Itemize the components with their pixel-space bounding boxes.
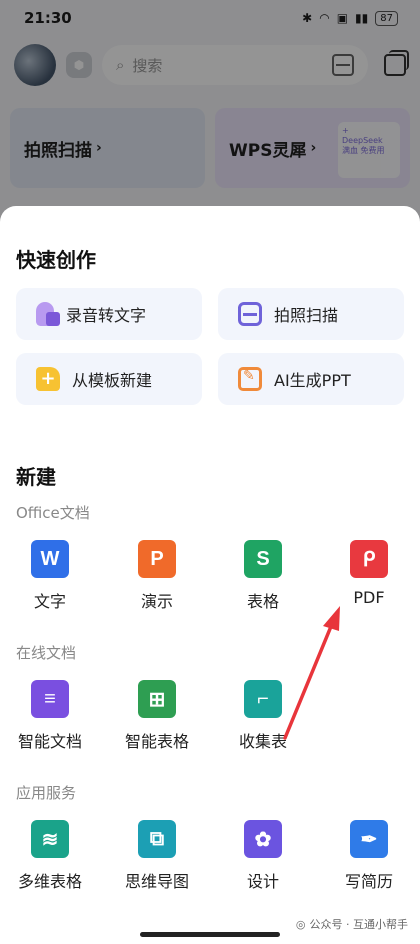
new-form-button[interactable]: ⌐ 收集表 bbox=[223, 680, 303, 752]
resume-icon: ✒ bbox=[350, 820, 388, 858]
pdf-icon: ᑭ bbox=[350, 540, 388, 578]
quick-ai-ppt-button[interactable]: AI生成PPT bbox=[218, 353, 404, 405]
voice-to-text-icon bbox=[36, 302, 60, 326]
app-label: 思维导图 bbox=[124, 872, 189, 891]
create-sheet: 快速创作 录音转文字 拍照扫描 从模板新建 AI生成PPT 新建 Office文… bbox=[0, 206, 420, 944]
new-design-button[interactable]: ✿ 设计 bbox=[223, 820, 303, 892]
new-word-button[interactable]: W 文字 bbox=[10, 540, 90, 612]
nfc-icon: ▣ bbox=[336, 11, 349, 25]
watermark-text: 公众号 · 互通小帮手 bbox=[309, 918, 409, 931]
signal-icon: ▮▮ bbox=[355, 11, 369, 25]
new-title: 新建 bbox=[16, 465, 56, 489]
new-presentation-button[interactable]: P 演示 bbox=[117, 540, 197, 612]
template-icon bbox=[36, 367, 60, 391]
quick-create-title: 快速创作 bbox=[16, 248, 96, 272]
app-label: 智能文档 bbox=[17, 732, 82, 751]
quick-item-label: 录音转文字 bbox=[66, 306, 147, 325]
smart-doc-icon: ≡ bbox=[31, 680, 69, 718]
app-label: 多维表格 bbox=[17, 872, 82, 891]
new-pdf-button[interactable]: ᑭ PDF bbox=[329, 540, 409, 607]
new-spreadsheet-button[interactable]: S 表格 bbox=[223, 540, 303, 612]
battery-icon: 87 bbox=[375, 10, 398, 26]
word-icon: W bbox=[31, 540, 69, 578]
app-label: 文字 bbox=[33, 592, 66, 611]
quick-voice-to-text-button[interactable]: 录音转文字 bbox=[16, 288, 202, 340]
multidim-table-icon: ≋ bbox=[31, 820, 69, 858]
quick-template-button[interactable]: 从模板新建 bbox=[16, 353, 202, 405]
scan-icon bbox=[238, 302, 262, 326]
spreadsheet-icon: S bbox=[244, 540, 282, 578]
quick-item-label: 拍照扫描 bbox=[274, 306, 339, 325]
new-smart-sheet-button[interactable]: ⊞ 智能表格 bbox=[117, 680, 197, 752]
app-label: 写简历 bbox=[344, 872, 393, 891]
smart-sheet-icon: ⊞ bbox=[138, 680, 176, 718]
app-label: 智能表格 bbox=[124, 732, 189, 751]
presentation-icon: P bbox=[138, 540, 176, 578]
app-label: 表格 bbox=[246, 592, 279, 611]
wifi-icon: ◠ bbox=[319, 11, 330, 25]
app-label: 收集表 bbox=[238, 732, 287, 751]
new-resume-button[interactable]: ✒ 写简历 bbox=[329, 820, 409, 892]
office-docs-title: Office文档 bbox=[16, 504, 90, 522]
form-icon: ⌐ bbox=[244, 680, 282, 718]
bluetooth-icon: ✱ bbox=[302, 11, 313, 25]
app-services-title: 应用服务 bbox=[16, 784, 77, 802]
mind-map-icon: ⧉ bbox=[138, 820, 176, 858]
online-docs-title: 在线文档 bbox=[16, 644, 77, 662]
quick-item-label: 从模板新建 bbox=[72, 371, 153, 390]
new-smart-doc-button[interactable]: ≡ 智能文档 bbox=[10, 680, 90, 752]
quick-scan-button[interactable]: 拍照扫描 bbox=[218, 288, 404, 340]
wechat-icon: ◎ bbox=[295, 917, 306, 931]
status-time: 21:30 bbox=[24, 9, 72, 27]
status-bar: 21:30 ✱ ◠ ▣ ▮▮ 87 bbox=[0, 0, 420, 36]
app-label: PDF bbox=[353, 588, 385, 607]
design-icon: ✿ bbox=[244, 820, 282, 858]
new-mind-map-button[interactable]: ⧉ 思维导图 bbox=[117, 820, 197, 892]
quick-item-label: AI生成PPT bbox=[274, 371, 351, 390]
app-label: 演示 bbox=[140, 592, 173, 611]
home-indicator[interactable] bbox=[140, 932, 280, 937]
new-multidim-table-button[interactable]: ≋ 多维表格 bbox=[10, 820, 90, 892]
status-icons: ✱ ◠ ▣ ▮▮ 87 bbox=[302, 10, 398, 26]
app-label: 设计 bbox=[246, 872, 279, 891]
watermark: ◎ 公众号 · 互通小帮手 bbox=[296, 916, 408, 932]
ai-ppt-icon bbox=[238, 367, 262, 391]
